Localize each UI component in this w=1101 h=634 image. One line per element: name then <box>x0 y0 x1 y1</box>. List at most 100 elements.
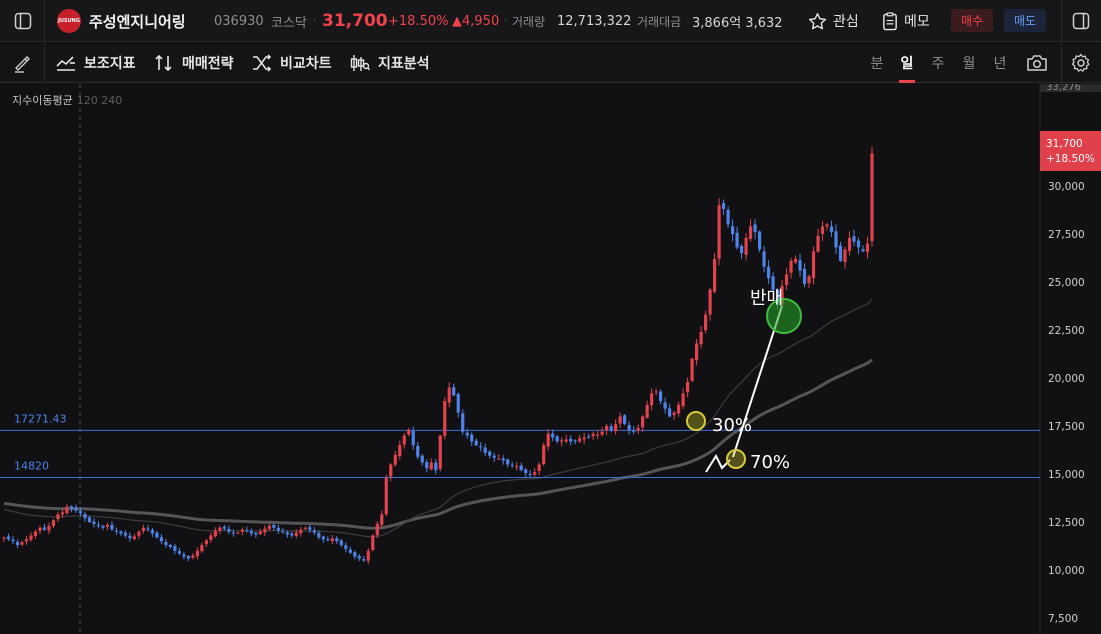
candle-body <box>524 469 528 474</box>
indicator-icon <box>56 56 75 71</box>
candle-body <box>762 251 766 267</box>
candle-body <box>42 527 47 530</box>
candle-body <box>33 531 38 537</box>
candle-body <box>339 540 343 546</box>
period-week[interactable]: 주 <box>927 43 949 83</box>
analysis-tool[interactable]: 지표분석 <box>350 43 430 83</box>
candle-body <box>87 517 92 522</box>
candle-body <box>276 527 280 531</box>
y-tick-label: 12,500 <box>1048 517 1085 529</box>
candle-body <box>730 226 735 234</box>
candle-body <box>335 538 339 542</box>
candle-body <box>204 540 208 545</box>
candle-body <box>587 436 591 438</box>
candle-body <box>429 462 433 470</box>
candle-body <box>123 532 128 536</box>
candle-body <box>609 426 613 430</box>
camera-icon[interactable] <box>1020 43 1054 83</box>
separator: · <box>313 15 317 27</box>
y-tick-label: 10,000 <box>1048 565 1085 577</box>
candle-body <box>137 531 141 536</box>
period-year[interactable]: 년 <box>989 43 1011 83</box>
candle-body <box>569 438 573 442</box>
sell-button[interactable]: 매도 <box>1004 9 1046 32</box>
candle-body <box>56 514 60 520</box>
period-minute[interactable]: 분 <box>866 43 888 83</box>
candle-body <box>641 416 645 428</box>
candle-body <box>829 226 834 233</box>
sidebar-toggle-icon[interactable] <box>6 0 40 42</box>
candle-body <box>222 526 226 529</box>
candle-body <box>101 526 105 528</box>
strategy-tool[interactable]: 매매전략 <box>154 43 234 83</box>
indicator-tool[interactable]: 보조지표 <box>56 43 136 83</box>
period-month[interactable]: 월 <box>958 43 980 83</box>
current-price: 31,700 <box>322 11 388 31</box>
price-chart[interactable]: 30,000 27,500 25,000 22,500 20,000 17,500 15,0… <box>0 82 1101 634</box>
candle-body <box>290 533 294 536</box>
candle-body <box>209 535 213 540</box>
compare-tool[interactable]: 비교차트 <box>252 43 332 83</box>
candle-body <box>479 446 483 448</box>
strategy-icon <box>155 54 172 72</box>
candle-body <box>645 404 649 418</box>
candle-body <box>578 438 582 442</box>
y-tick-label: 7,500 <box>1048 613 1078 625</box>
right-panel-toggle-icon[interactable] <box>1064 0 1098 42</box>
watchlist-button[interactable]: 관심 <box>808 0 859 42</box>
ma-legend-periods: 120 240 <box>76 94 123 107</box>
volume-label: 거래량 <box>512 14 546 29</box>
candle-body <box>784 274 789 285</box>
candle-body <box>632 430 636 432</box>
candle-body <box>150 530 155 534</box>
candle-body <box>357 555 361 559</box>
candle-body <box>6 536 11 540</box>
ma-legend[interactable]: 지수이동평균 120 240 <box>12 92 122 108</box>
candle-body <box>798 260 802 271</box>
candle-body <box>533 472 537 475</box>
candle-body <box>132 536 137 540</box>
candle-body <box>717 205 721 259</box>
candle-body <box>811 251 816 279</box>
candle-body <box>416 445 420 457</box>
chart-toolbar: 보조지표 매매전략 비교차트 지표분석 분 일 주 월 년 <box>0 43 1101 83</box>
candle-analysis-icon <box>350 55 370 71</box>
candle-body <box>213 530 217 537</box>
candle-body <box>69 506 74 509</box>
candle-body <box>78 511 83 514</box>
candle-body <box>168 544 173 547</box>
candle-body <box>92 521 96 524</box>
candle-body <box>20 542 24 545</box>
candle-body <box>465 432 469 436</box>
buy-button[interactable]: 매수 <box>951 9 993 32</box>
candle-body <box>735 232 739 248</box>
candle-body <box>582 437 586 440</box>
candle-body <box>245 530 249 532</box>
settings-gear-icon[interactable] <box>1064 43 1098 83</box>
chart-canvas[interactable]: 30,000 27,500 25,000 22,500 20,000 17,500 15,0… <box>0 82 1101 634</box>
candle-body <box>105 524 110 527</box>
candle-body <box>668 408 672 417</box>
memo-button[interactable]: 메모 <box>882 0 930 42</box>
candle-body <box>119 531 123 534</box>
company-logo: JUSUNG <box>57 9 81 33</box>
candle-body <box>483 447 487 453</box>
candle-body <box>870 153 874 242</box>
candle-body <box>672 412 676 416</box>
drawing-pen-icon[interactable] <box>6 43 40 83</box>
candle-body <box>384 477 388 515</box>
separator: · <box>629 15 633 27</box>
candle-body <box>326 539 330 541</box>
candle-body <box>546 433 550 447</box>
market-name: 코스닥 <box>271 15 307 31</box>
memo-label: 메모 <box>904 14 930 30</box>
period-day[interactable]: 일 <box>896 43 918 83</box>
candle-body <box>712 258 717 292</box>
candle-body <box>60 512 65 515</box>
marker-70-circle <box>726 449 746 469</box>
candle-body <box>83 514 87 519</box>
candle-body <box>766 266 771 279</box>
candle-body <box>555 436 559 442</box>
price-tag-percent: +18.50% <box>1046 153 1095 165</box>
candle-body <box>285 532 289 535</box>
